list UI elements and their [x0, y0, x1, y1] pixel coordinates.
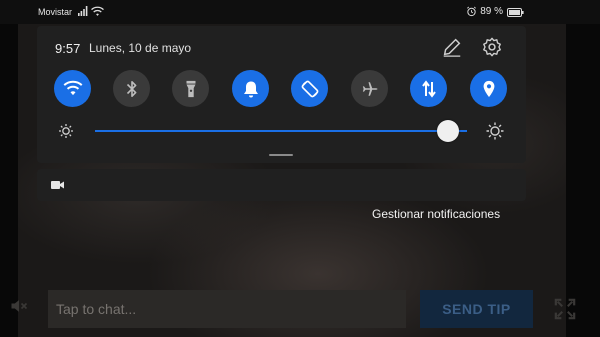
rotate-icon: [301, 80, 318, 97]
sound-tile[interactable]: [232, 70, 269, 107]
send-tip-button[interactable]: SEND TIP: [420, 290, 533, 328]
status-bar: Movistar 89 %: [0, 0, 600, 24]
wifi-tile[interactable]: [54, 70, 91, 107]
mute-icon[interactable]: [9, 296, 29, 316]
video-camera-icon: [51, 181, 64, 189]
fullscreen-icon[interactable]: [554, 298, 576, 320]
brightness-slider-thumb[interactable]: [437, 120, 460, 142]
signal-icon: [78, 6, 88, 16]
manage-notifications-link[interactable]: Gestionar notificaciones: [372, 207, 500, 221]
chat-input[interactable]: [48, 290, 406, 328]
settings-icon[interactable]: [481, 36, 503, 58]
clock-time: 9:57: [55, 41, 81, 56]
wifi-icon: [63, 80, 82, 96]
edit-icon[interactable]: [441, 36, 463, 58]
right-edge: [566, 24, 600, 337]
status-right: 89 %: [466, 6, 503, 17]
left-edge: [0, 24, 18, 337]
location-pin-icon: [483, 80, 494, 97]
mobile-data-tile[interactable]: [410, 70, 447, 107]
bluetooth-icon: [126, 80, 136, 97]
alarm-icon: [467, 6, 477, 17]
drag-handle[interactable]: [269, 154, 293, 156]
flashlight-icon: [186, 80, 195, 97]
battery-percent: 89 %: [480, 6, 503, 17]
flashlight-tile[interactable]: [172, 70, 209, 107]
date-text: Lunes, 10 de mayo: [89, 41, 192, 55]
location-tile[interactable]: [470, 70, 507, 107]
carrier-name: Movistar: [38, 7, 73, 17]
bell-icon: [243, 81, 258, 97]
brightness-high-icon: [486, 122, 504, 140]
airplane-icon: [362, 81, 377, 96]
bluetooth-tile[interactable]: [113, 70, 150, 107]
brightness-slider-track[interactable]: [95, 130, 467, 132]
notification-card[interactable]: [37, 169, 526, 201]
auto-rotate-tile[interactable]: [291, 70, 328, 107]
wifi-icon: [91, 6, 104, 16]
battery-icon: [507, 8, 524, 17]
data-arrows-icon: [421, 79, 436, 98]
quick-settings-panel: 9:57 Lunes, 10 de mayo: [37, 26, 526, 163]
brightness-low-icon: [59, 124, 73, 138]
airplane-mode-tile[interactable]: [351, 70, 388, 107]
